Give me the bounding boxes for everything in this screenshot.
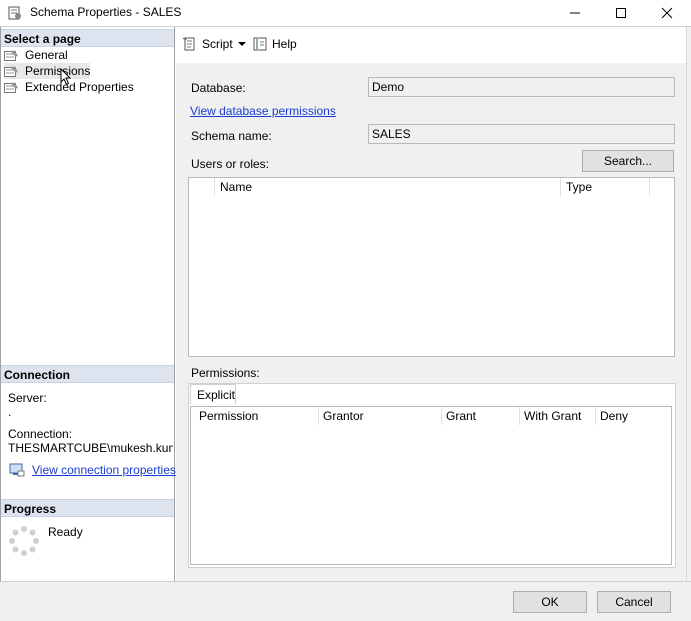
ok-button[interactable]: OK — [513, 591, 587, 613]
column-header-deny[interactable]: Deny — [596, 407, 670, 425]
select-page-header: Select a page — [1, 29, 174, 47]
view-connection-properties-link[interactable]: View connection properties — [32, 463, 176, 477]
column-header-permission[interactable]: Permission — [195, 407, 319, 425]
minimize-icon — [570, 12, 580, 14]
column-header-grantor[interactable]: Grantor — [319, 407, 442, 425]
maximize-icon — [616, 8, 626, 18]
page-wrench-icon — [4, 65, 19, 78]
search-button[interactable]: Search... — [582, 150, 674, 172]
server-value: . — [8, 405, 12, 419]
right-border — [686, 27, 691, 581]
maximize-button[interactable] — [598, 0, 644, 26]
schema-name-label: Schema name: — [191, 129, 272, 143]
chevron-down-icon — [238, 42, 246, 46]
mouse-cursor-icon — [60, 67, 72, 89]
column-header-type[interactable]: Type — [562, 178, 650, 196]
page-item-label: Permissions — [25, 64, 91, 78]
column-header-with-grant[interactable]: With Grant — [520, 407, 596, 425]
progress-header: Progress — [1, 499, 174, 517]
dialog-footer — [0, 581, 691, 621]
progress-spinner-icon — [8, 525, 40, 560]
page-wrench-icon — [4, 49, 19, 62]
page-item-label: General — [25, 48, 68, 62]
page-item-permissions[interactable]: Permissions — [4, 63, 91, 79]
left-navigation-pane — [0, 27, 175, 581]
window-title: Schema Properties - SALES — [30, 5, 182, 19]
page-item-label: Extended Properties — [25, 80, 134, 94]
minimize-button[interactable] — [552, 0, 598, 26]
script-label: Script — [202, 37, 233, 51]
script-icon — [182, 36, 198, 52]
row-selector-header — [189, 178, 215, 196]
server-label: Server: — [8, 391, 47, 405]
script-dropdown-button[interactable] — [237, 38, 247, 52]
permissions-label: Permissions: — [191, 366, 260, 380]
tab-explicit[interactable]: Explicit — [190, 384, 236, 404]
progress-status: Ready — [48, 525, 83, 539]
page-item-general[interactable]: General — [4, 47, 68, 63]
cancel-button[interactable]: Cancel — [597, 591, 671, 613]
column-header-name[interactable]: Name — [216, 178, 561, 196]
column-header-grant[interactable]: Grant — [442, 407, 520, 425]
close-button[interactable] — [644, 0, 690, 26]
page-wrench-icon — [4, 81, 19, 94]
connection-label: Connection: — [8, 427, 73, 441]
permissions-grid[interactable]: Permission Grantor Grant With Grant Deny — [190, 406, 672, 565]
users-roles-grid[interactable]: Name Type — [188, 177, 675, 357]
connection-properties-icon — [9, 463, 25, 480]
database-label: Database: — [191, 81, 246, 95]
users-or-roles-label: Users or roles: — [191, 157, 270, 171]
view-database-permissions-link[interactable]: View database permissions — [190, 104, 336, 118]
schema-properties-icon — [8, 6, 22, 20]
connection-header: Connection — [1, 365, 174, 383]
script-button[interactable]: Script — [182, 36, 233, 52]
database-field[interactable]: Demo — [368, 77, 675, 97]
connection-value: THESMARTCUBE\mukesh.kumar — [8, 441, 173, 455]
help-icon — [253, 36, 269, 52]
close-icon — [661, 7, 673, 19]
schema-name-field[interactable]: SALES — [368, 124, 675, 144]
help-button[interactable]: Help — [253, 36, 297, 52]
help-label: Help — [272, 37, 297, 51]
